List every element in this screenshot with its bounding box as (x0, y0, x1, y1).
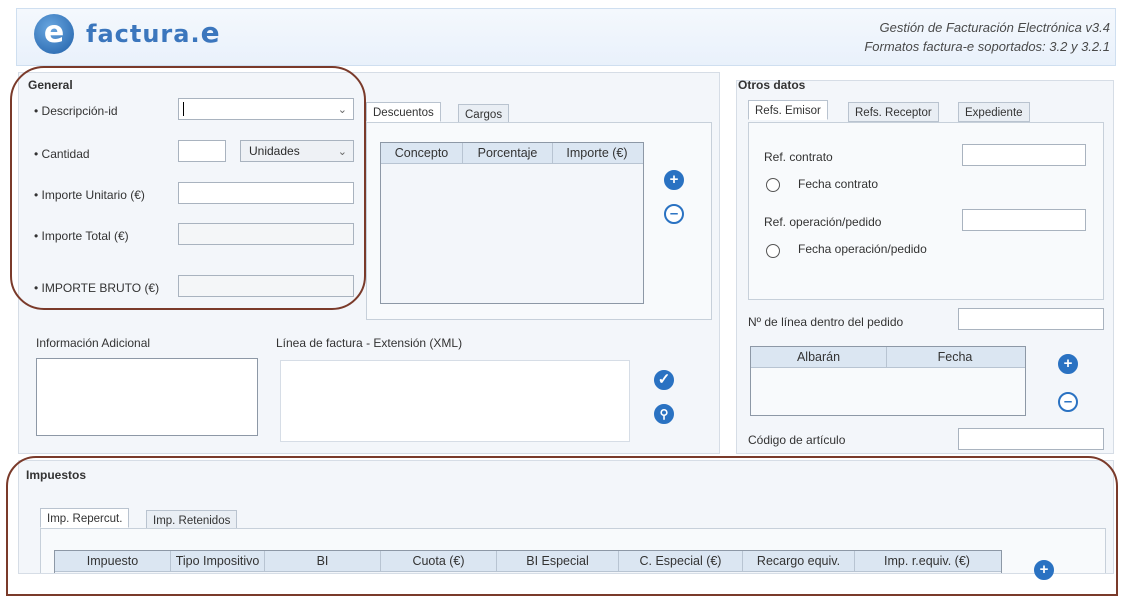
magnifier-icon: ⚲ (659, 407, 669, 421)
fecha-operacion-radio[interactable] (766, 244, 780, 258)
logo-letter: e (43, 15, 65, 50)
tab-refs-emisor[interactable]: Refs. Emisor (748, 100, 828, 120)
col-albaran: Albarán (751, 347, 887, 367)
col-fecha: Fecha (937, 350, 973, 364)
ref-contrato-label: Ref. contrato (764, 150, 833, 164)
albaran-table[interactable]: Albarán Fecha (750, 346, 1026, 416)
col-porcentaje: Porcentaje (463, 143, 553, 163)
tab-cargos[interactable]: Cargos (458, 104, 510, 124)
codigo-articulo-label: Código de artículo (748, 433, 846, 447)
validate-xml-button[interactable]: ✓ (654, 370, 674, 390)
fecha-operacion-label: Fecha operación/pedido (798, 242, 927, 256)
remove-descuento-button[interactable]: – (664, 204, 684, 224)
col-concepto: Concepto (381, 143, 463, 163)
fecha-contrato-label: Fecha contrato (798, 177, 879, 191)
tab-expediente[interactable]: Expediente (958, 102, 1030, 122)
plus-circle-icon: + (1063, 355, 1073, 372)
linea-pedido-field[interactable] (958, 308, 1104, 330)
ref-operacion-field[interactable] (962, 209, 1086, 231)
linea-pedido-label: Nº de línea dentro del pedido (748, 315, 904, 329)
descuentos-table[interactable]: Concepto Porcentaje Importe (€) (380, 142, 644, 304)
ref-operacion-label: Ref. operación/pedido (764, 215, 882, 229)
logo-name-text: factura. (86, 20, 201, 48)
logo-name-suffix: e (200, 16, 221, 49)
fecha-contrato-radio[interactable] (766, 178, 780, 192)
plus-circle-icon: + (669, 171, 679, 188)
minus-circle-icon: – (1063, 393, 1073, 410)
extension-label: Línea de factura - Extensión (XML) (276, 336, 463, 350)
info-adicional-textarea[interactable] (36, 358, 258, 436)
albaran-table-header: Albarán Fecha (751, 347, 1025, 368)
col-importe: Importe (€) (566, 146, 628, 160)
annotation-general (10, 66, 366, 310)
otros-datos-title: Otros datos (738, 78, 806, 92)
codigo-articulo-field[interactable] (958, 428, 1104, 450)
app-version-text: Gestión de Facturación Electrónica v3.4 (879, 20, 1110, 35)
app-subtitle: Gestión de Facturación Electrónica v3.4 … (864, 18, 1110, 56)
remove-albaran-button[interactable]: – (1058, 392, 1078, 412)
add-descuento-button[interactable]: + (664, 170, 684, 190)
tab-refs-receptor[interactable]: Refs. Receptor (848, 102, 939, 122)
descuentos-table-header: Concepto Porcentaje Importe (€) (381, 143, 643, 164)
view-xml-button[interactable]: ⚲ (654, 404, 674, 424)
info-adicional-label: Información Adicional (36, 336, 151, 350)
minus-circle-icon: – (669, 205, 679, 222)
app-formats-text: Formatos factura-e soportados: 3.2 y 3.2… (864, 39, 1110, 54)
app-logo-name: factura.e (86, 16, 221, 49)
check-circle-icon: ✓ (657, 371, 671, 388)
tab-descuentos[interactable]: Descuentos (366, 102, 441, 122)
extension-textarea[interactable] (280, 360, 630, 442)
annotation-impuestos (6, 456, 1118, 596)
add-albaran-button[interactable]: + (1058, 354, 1078, 374)
ref-contrato-field[interactable] (962, 144, 1086, 166)
